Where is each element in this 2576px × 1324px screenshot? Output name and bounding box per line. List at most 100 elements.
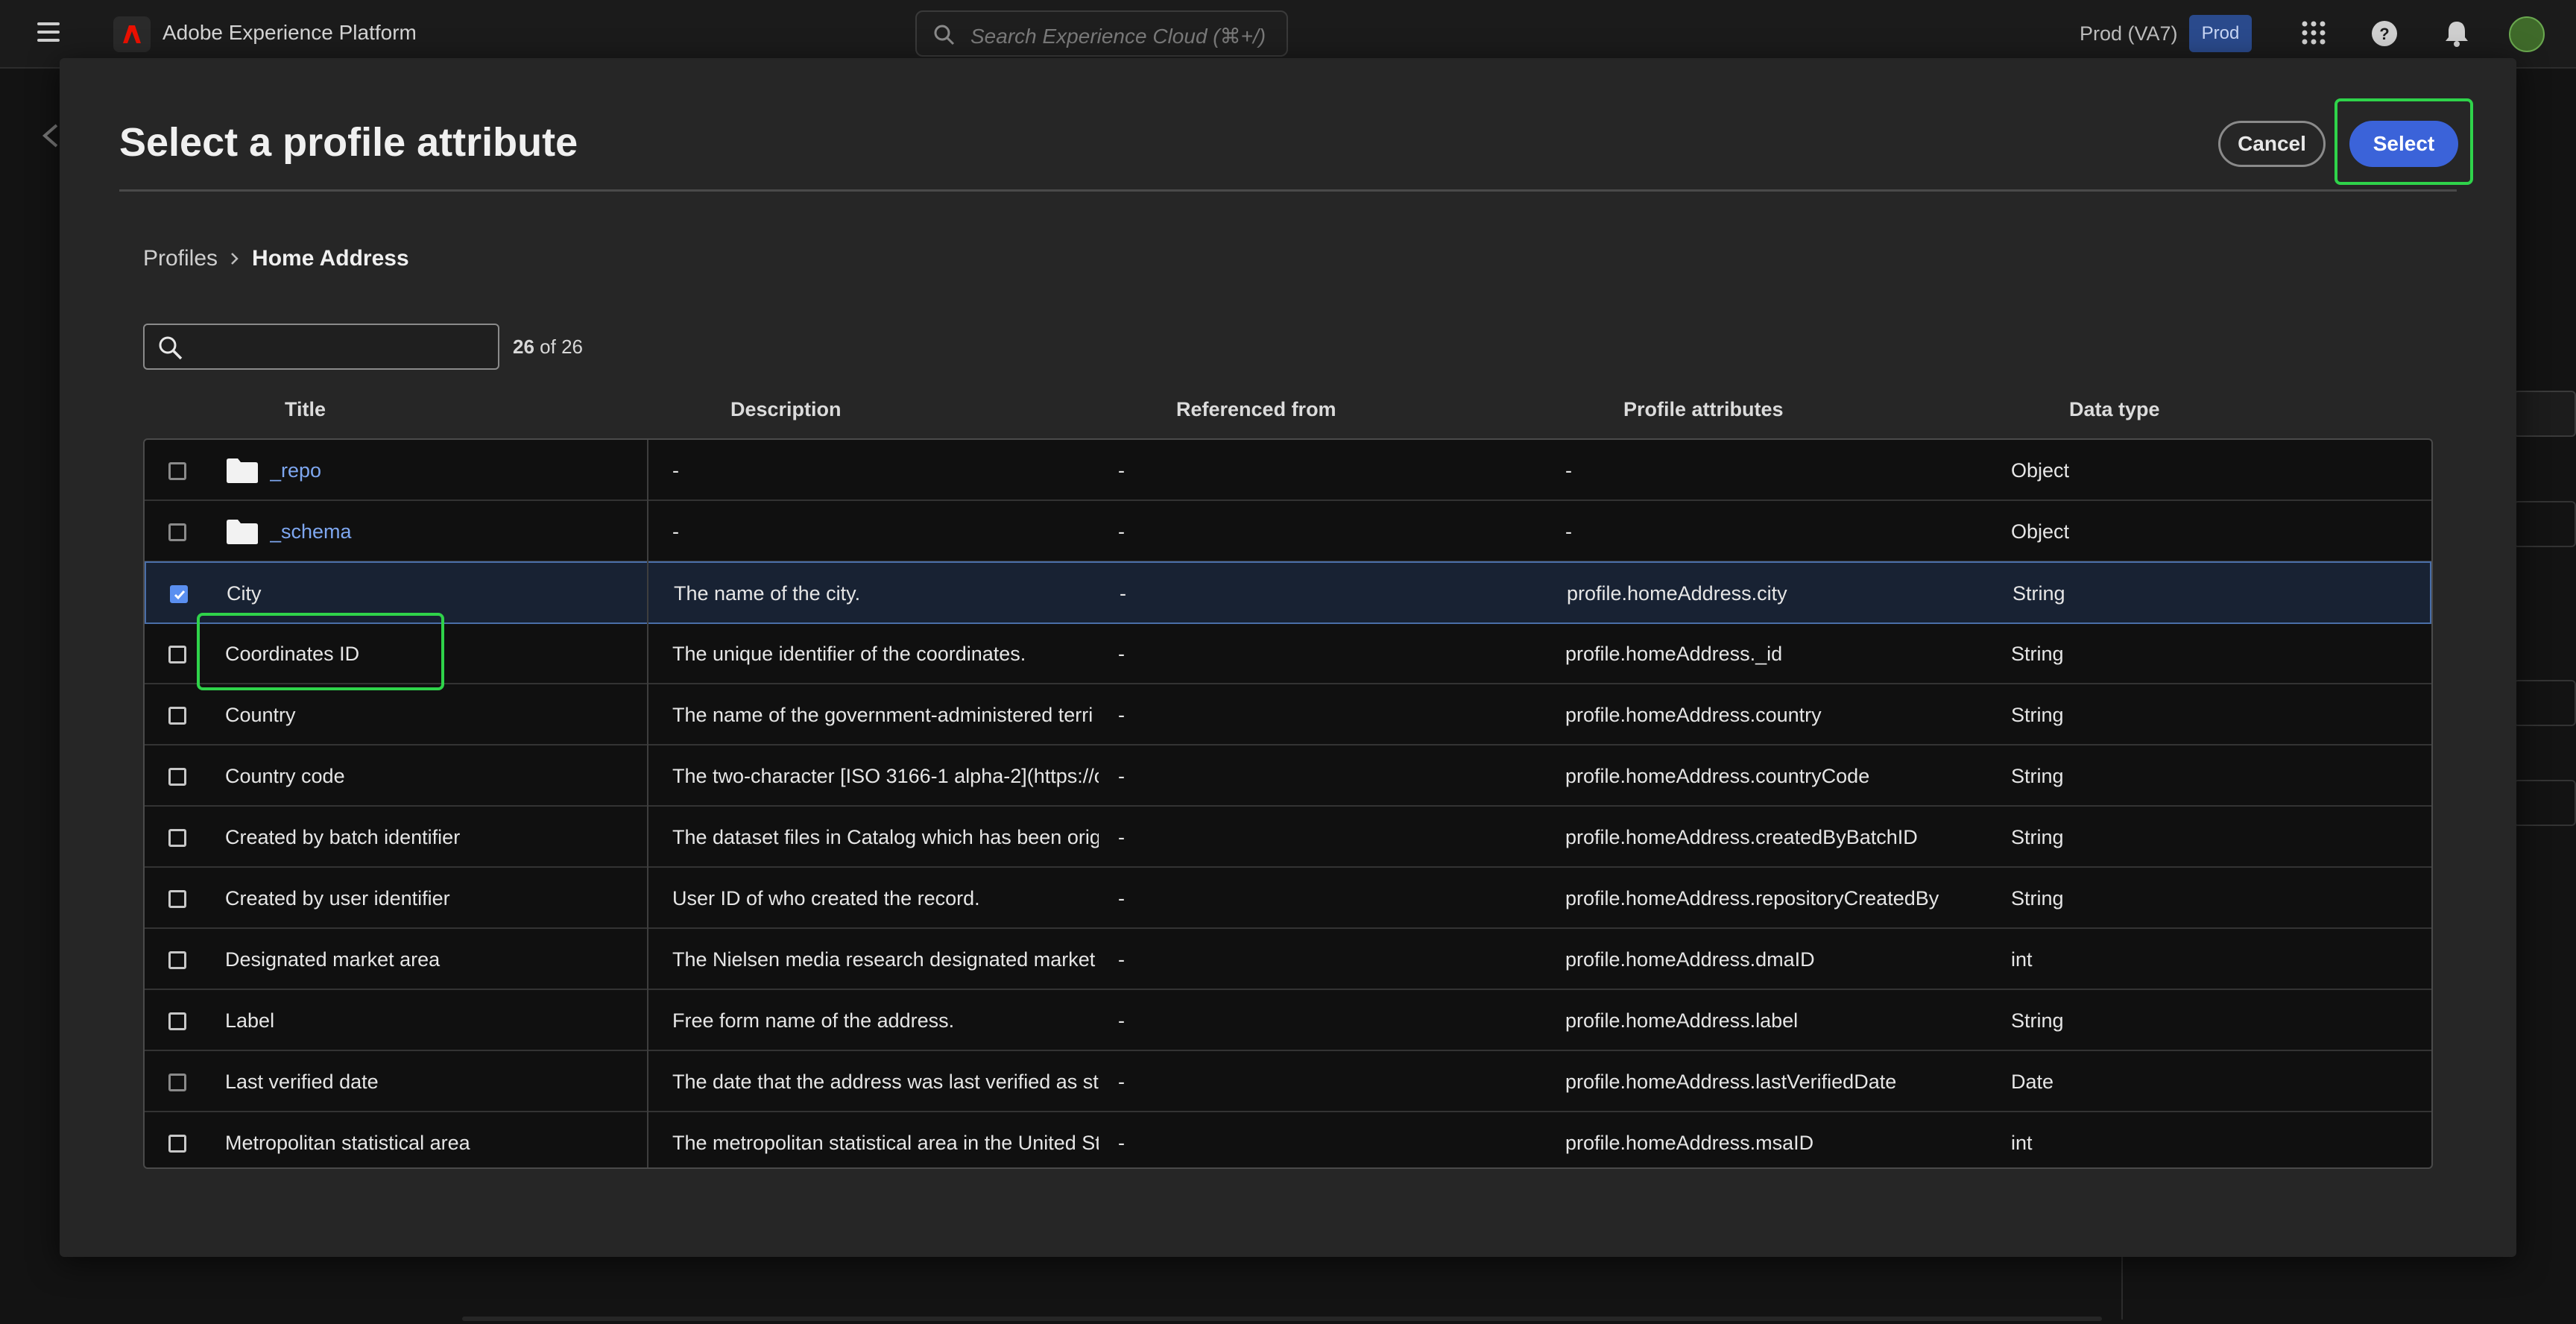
cell-title[interactable]: _repo: [270, 440, 687, 501]
cell-referenced-from: -: [1118, 1009, 1125, 1032]
cell-title: Created by batch identifier: [225, 826, 461, 848]
row-checkbox[interactable]: [168, 768, 186, 786]
cell-referenced-from: -: [1120, 582, 1126, 605]
cancel-button[interactable]: Cancel: [2218, 121, 2326, 167]
row-checkbox[interactable]: [170, 585, 188, 603]
row-checkbox[interactable]: [168, 1012, 186, 1030]
cell-description: The name of the city.: [674, 582, 861, 605]
table-row[interactable]: Label Free form name of the address. - prof…: [145, 990, 2431, 1051]
table-row[interactable]: _repo - - - Object: [145, 440, 2431, 501]
table-row[interactable]: Country code The two-character [ISO 3166-…: [145, 745, 2431, 807]
table-row[interactable]: Country The name of the government-admini…: [145, 684, 2431, 745]
cell-data-type: Object: [2011, 459, 2070, 482]
table-row[interactable]: Created by batch identifier The dataset f…: [145, 807, 2431, 868]
cell-referenced-from: -: [1118, 704, 1125, 726]
cell-profile-attribute: profile.homeAddress.msaID: [1565, 1132, 1814, 1154]
cell-title: Label: [225, 1009, 275, 1032]
cell-profile-attribute: -: [1565, 459, 1572, 482]
cell-title: Country code: [225, 765, 345, 787]
folder-icon: [225, 456, 259, 490]
row-checkbox[interactable]: [168, 1074, 186, 1091]
cell-profile-attribute: profile.homeAddress.countryCode: [1565, 765, 1870, 787]
cell-data-type: int: [2011, 1132, 2033, 1154]
table-header: Title Description Referenced from Profil…: [143, 398, 2433, 435]
cell-description: The two-character [ISO 3166-1 alpha-2](h…: [672, 765, 1099, 787]
row-checkbox[interactable]: [168, 1135, 186, 1153]
environment-label[interactable]: Prod (VA7): [2080, 22, 2178, 45]
cell-profile-attribute: profile.homeAddress.createdByBatchID: [1565, 826, 1918, 848]
cell-description: -: [672, 459, 679, 482]
cell-description: User ID of who created the record.: [672, 887, 980, 910]
table-row[interactable]: Created by user identifier User ID of who…: [145, 868, 2431, 929]
table-row[interactable]: _schema - - - Object: [145, 501, 2431, 562]
avatar[interactable]: [2509, 16, 2545, 52]
env-badge[interactable]: Prod: [2189, 15, 2252, 52]
cell-title: Designated market area: [225, 948, 441, 971]
row-checkbox[interactable]: [168, 707, 186, 725]
column-header-referenced-from[interactable]: Referenced from: [1176, 398, 1336, 421]
cell-data-type: String: [2011, 765, 2064, 787]
select-profile-attribute-dialog: Select a profile attribute Cancel Select…: [60, 58, 2516, 1257]
row-checkbox[interactable]: [168, 646, 186, 663]
title-divider: [119, 189, 2457, 192]
adobe-logo-icon[interactable]: [113, 16, 151, 52]
help-icon[interactable]: ?: [2370, 19, 2399, 48]
table-row[interactable]: Metropolitan statistical area The metropo…: [145, 1112, 2431, 1167]
cell-data-type: String: [2011, 887, 2064, 910]
table-row[interactable]: Coordinates ID The unique identifier of t…: [145, 623, 2431, 684]
cell-title: Created by user identifier: [225, 887, 450, 910]
row-checkbox[interactable]: [168, 890, 186, 908]
select-button[interactable]: Select: [2349, 121, 2458, 167]
row-checkbox[interactable]: [168, 951, 186, 969]
column-header-data-type[interactable]: Data type: [2069, 398, 2160, 421]
cell-description: The name of the government-administered …: [672, 704, 1093, 726]
cell-referenced-from: -: [1118, 520, 1125, 543]
result-count-total: of 26: [540, 335, 583, 358]
global-search-input[interactable]: Search Experience Cloud (⌘+/): [915, 10, 1288, 57]
cell-data-type: String: [2012, 582, 2065, 605]
row-checkbox[interactable]: [168, 462, 186, 480]
column-divider: [647, 440, 648, 1167]
dialog-title: Select a profile attribute: [119, 120, 578, 165]
table-row[interactable]: Last verified date The date that the addr…: [145, 1051, 2431, 1112]
cell-title[interactable]: _schema: [270, 501, 687, 562]
apps-grid-icon[interactable]: [2300, 19, 2327, 46]
cell-profile-attribute: profile.homeAddress.dmaID: [1565, 948, 1815, 971]
row-checkbox[interactable]: [168, 829, 186, 847]
edit-icon: [2513, 501, 2576, 547]
search-icon: [159, 336, 183, 360]
bell-icon[interactable]: [2443, 19, 2470, 48]
cell-title: Last verified date: [225, 1071, 379, 1093]
column-header-description[interactable]: Description: [730, 398, 842, 421]
cell-referenced-from: -: [1118, 765, 1125, 787]
row-checkbox[interactable]: [168, 523, 186, 541]
cell-description: Free form name of the address.: [672, 1009, 955, 1032]
cell-data-type: String: [2011, 826, 2064, 848]
cell-data-type: String: [2011, 643, 2064, 665]
table-row[interactable]: City The name of the city. - profile.homeAd…: [145, 561, 2431, 624]
cell-referenced-from: -: [1118, 1071, 1125, 1093]
background-scrollbar: [462, 1317, 2102, 1321]
search-icon: [934, 25, 955, 45]
cell-description: The date that the address was last verif…: [672, 1071, 1099, 1093]
breadcrumb-profiles[interactable]: Profiles: [143, 246, 218, 271]
app-brand[interactable]: Adobe Experience Platform: [162, 21, 417, 45]
cell-description: The Nielsen media research designated ma…: [672, 948, 1099, 971]
cell-referenced-from: -: [1118, 887, 1125, 910]
filter-search-input[interactable]: [143, 324, 499, 370]
menu-icon[interactable]: [37, 22, 60, 43]
cell-profile-attribute: -: [1565, 520, 1572, 543]
city-row-highlight: [197, 613, 444, 690]
column-header-title[interactable]: Title: [285, 398, 326, 421]
column-header-profile-attributes[interactable]: Profile attributes: [1623, 398, 1784, 421]
cell-description: The dataset files in Catalog which has b…: [672, 826, 1099, 848]
edit-icon: [2513, 780, 2576, 826]
svg-text:?: ?: [2379, 25, 2389, 43]
attribute-table: _repo - - - Object _schema - - - Object City The na…: [143, 438, 2433, 1169]
result-count: 26 of 26: [513, 335, 583, 359]
cell-referenced-from: -: [1118, 1132, 1125, 1154]
edit-icon: [2513, 680, 2576, 726]
table-row[interactable]: Designated market area The Nielsen media …: [145, 929, 2431, 990]
cell-data-type: int: [2011, 948, 2033, 971]
cell-title: Metropolitan statistical area: [225, 1132, 470, 1154]
